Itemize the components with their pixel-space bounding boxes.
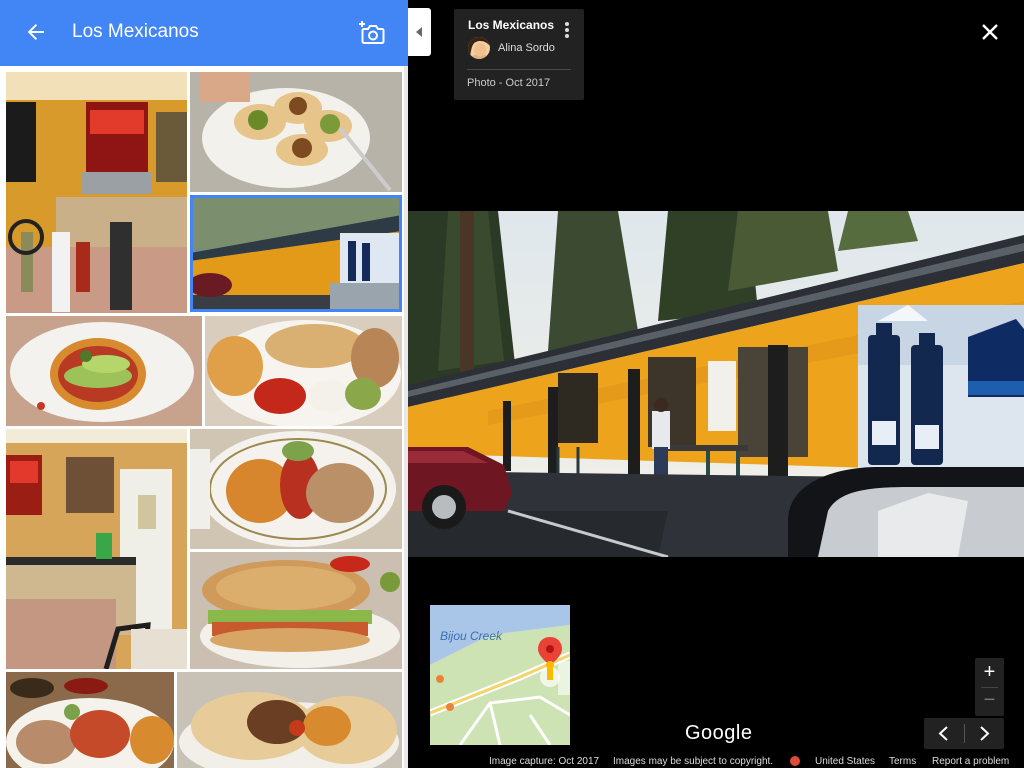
- thumbnail[interactable]: [6, 672, 174, 768]
- combo-plate-photo: [205, 316, 402, 426]
- google-plus-icon[interactable]: [790, 756, 800, 766]
- photo-viewer: Los Mexicanos Los Mexicanos Alina Sordo …: [0, 0, 1024, 768]
- thumbnail[interactable]: [190, 429, 402, 549]
- enchilada-photo: [6, 672, 174, 768]
- chevron-right-icon: [980, 726, 990, 741]
- arrow-back-icon: [27, 24, 44, 40]
- plus-icon: +: [983, 661, 996, 683]
- more-vert-icon: [565, 22, 569, 38]
- page-title: Los Mexicanos: [72, 21, 199, 42]
- photo-grid: [0, 66, 408, 768]
- zoom-in-button[interactable]: +: [975, 658, 1004, 687]
- terms-link[interactable]: Terms: [889, 756, 916, 767]
- burrito-photo: [177, 672, 402, 768]
- photo-navigation: [924, 718, 1004, 749]
- minimap[interactable]: Bijou Creek: [430, 605, 570, 745]
- thumbnail[interactable]: [190, 72, 402, 192]
- photos-panel: Los Mexicanos: [0, 0, 408, 768]
- thumbnail-selected[interactable]: [190, 195, 402, 312]
- copyright-notice: Images may be subject to copyright.: [613, 756, 774, 767]
- collapse-panel-button[interactable]: [408, 8, 431, 56]
- avatar[interactable]: [468, 37, 490, 59]
- close-button[interactable]: [978, 20, 1002, 44]
- google-logo: Google: [685, 722, 753, 744]
- divider: [467, 69, 571, 70]
- map-label: Bijou Creek: [440, 629, 503, 643]
- previous-photo-button[interactable]: [924, 718, 964, 749]
- caret-left-icon: [416, 27, 422, 37]
- footer-bar: Image capture: Oct 2017 Images may be su…: [480, 752, 1024, 768]
- tostada-photo: [6, 316, 202, 426]
- thumbnail[interactable]: [6, 72, 187, 313]
- minus-icon: −: [983, 689, 996, 711]
- back-button[interactable]: [22, 18, 50, 46]
- thumbnail[interactable]: [190, 552, 402, 669]
- tacos-photo: [190, 72, 402, 192]
- photo-date: Photo - Oct 2017: [467, 77, 551, 89]
- chevron-left-icon: [938, 726, 948, 741]
- torta-photo: [190, 552, 402, 669]
- close-icon: [982, 24, 998, 40]
- map-image: [430, 605, 570, 745]
- photo-info-card: Los Mexicanos Alina Sordo Photo - Oct 20…: [454, 9, 584, 100]
- add-photo-button[interactable]: [358, 20, 386, 46]
- zoom-controls: + −: [975, 658, 1004, 716]
- rice-beans-photo: [190, 429, 402, 549]
- main-photo[interactable]: [408, 211, 1024, 557]
- report-problem-link[interactable]: Report a problem: [932, 756, 1009, 767]
- thumbnail[interactable]: [177, 672, 402, 768]
- thumbnail[interactable]: [6, 316, 202, 426]
- panel-header: Los Mexicanos: [0, 0, 408, 66]
- interior-kitchen-photo: [6, 429, 187, 669]
- image-capture-date: Image capture: Oct 2017: [489, 756, 600, 767]
- interior-photo: [6, 72, 187, 313]
- storefront-thumb-photo: [190, 195, 402, 312]
- thumbnail[interactable]: [6, 429, 187, 669]
- storefront-photo: [408, 211, 1024, 557]
- country-link[interactable]: United States: [815, 756, 875, 767]
- more-options-button[interactable]: [560, 21, 574, 39]
- add-photo-icon: [359, 21, 385, 44]
- author-avatar-image: [468, 37, 490, 59]
- zoom-out-button[interactable]: −: [975, 687, 1004, 716]
- next-photo-button[interactable]: [964, 718, 1004, 749]
- thumbnail[interactable]: [205, 316, 402, 426]
- place-name[interactable]: Los Mexicanos: [468, 18, 554, 32]
- author-name[interactable]: Alina Sordo: [498, 42, 555, 54]
